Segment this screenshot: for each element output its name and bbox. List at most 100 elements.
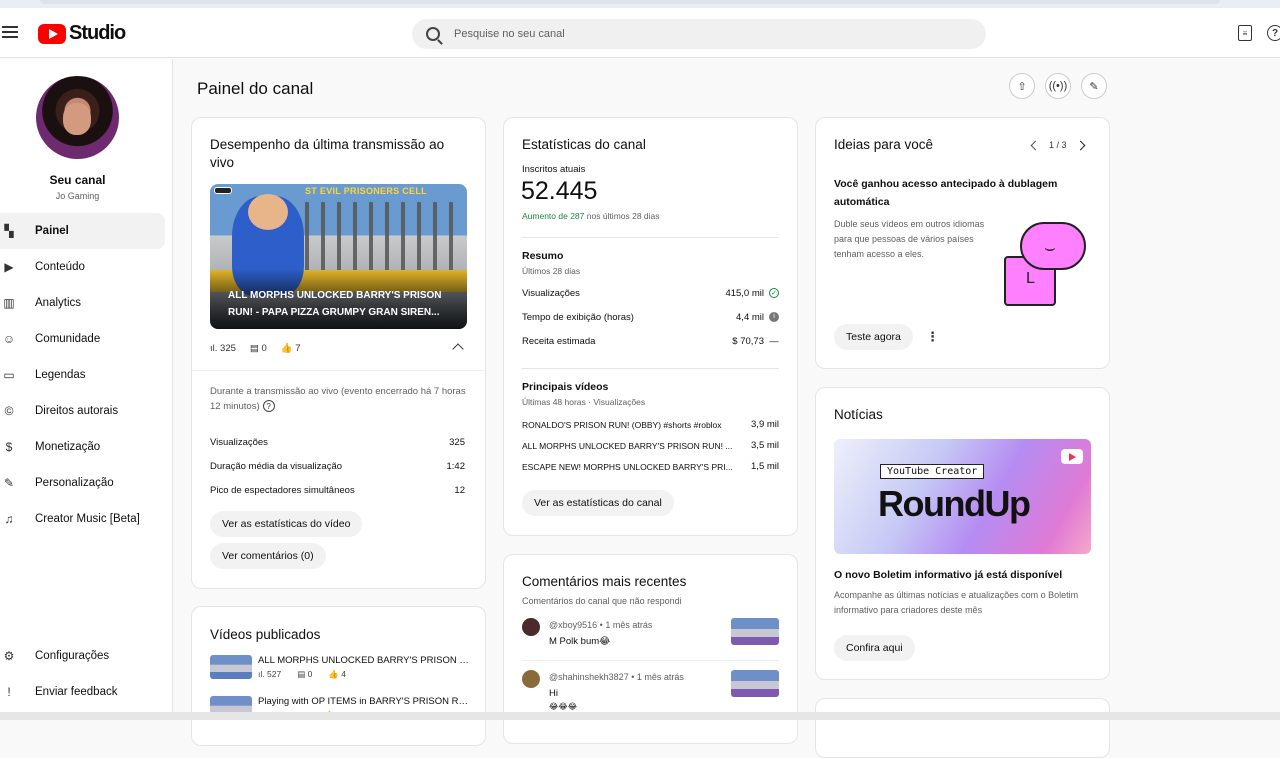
channel-label: Seu canal [49, 173, 106, 187]
views-count: 527 [267, 669, 282, 679]
like-icon: 👍 [328, 669, 339, 679]
metric-row: Visualizações 325 [210, 430, 465, 454]
video-stats-button[interactable]: Ver as estatísticas do vídeo [210, 511, 363, 537]
menu-icon[interactable] [2, 26, 18, 38]
live-video-title: ALL MORPHS UNLOCKED BARRY'S PRISON RUN! … [210, 269, 467, 329]
sidebar-item-label: Personalização [35, 477, 114, 489]
video-item[interactable]: ALL MORPHS UNLOCKED BARRY'S PRISON RU...… [210, 655, 470, 689]
bottom-scroll-strip [0, 712, 1280, 720]
views-icon: ıl. [210, 343, 218, 354]
top-video-row[interactable]: ESCAPE NEW! MORPHS UNLOCKED BARRY'S PRI.… [522, 456, 779, 477]
help-icon[interactable]: ? [262, 400, 275, 413]
summary-row: Visualizações 415,0 mil ✓ [522, 281, 779, 305]
comment-item[interactable]: @xboy9516 • 1 mês atrás M Polk bum😂 [522, 618, 779, 662]
chevron-right-icon[interactable] [1075, 140, 1085, 150]
customization-icon: ✎ [3, 476, 15, 490]
comment-video-thumbnail[interactable] [731, 618, 779, 645]
sidebar-item-personalizacao[interactable]: ✎ Personalização [0, 465, 165, 501]
summary-value: 4,4 mil [736, 311, 764, 323]
idea-description: Duble seus vídeos em outros idiomas para… [834, 219, 985, 259]
live-performance-card: Desempenho da última transmissão ao vivo… [191, 117, 486, 589]
search-bar[interactable] [412, 19, 986, 49]
live-video-thumbnail[interactable]: ST EVIL PRISONERS CELL ALL MORPHS UNLOCK… [210, 184, 467, 329]
go-live-button[interactable]: ((•)) [1045, 73, 1071, 99]
video-title: ALL MORPHS UNLOCKED BARRY'S PRISON RU... [258, 655, 470, 666]
search-input[interactable] [454, 28, 934, 40]
music-icon: ♫ [4, 512, 14, 526]
views-icon: ıl. [258, 669, 265, 679]
summary-value-wrap: $ 70,73 — [732, 336, 779, 347]
avatar [522, 618, 540, 636]
summary-value-wrap: 4,4 mil i [736, 312, 779, 323]
top-video-row[interactable]: RONALDO'S PRISON RUN! (OBBY) #shorts #ro… [522, 414, 779, 435]
news-card-title: Notícias [834, 407, 883, 422]
top-bar: Studio ≡ ? [0, 8, 1280, 58]
sidebar-item-label: Configurações [35, 650, 110, 662]
sidebar-item-comunidade[interactable]: ☺ Comunidade [0, 321, 165, 357]
sidebar-item-label: Legendas [35, 369, 86, 381]
summary-label: Receita estimada [522, 335, 596, 347]
live-icon: ((•)) [1048, 80, 1068, 92]
live-description-text: Durante a transmissão ao vivo (evento en… [210, 386, 466, 412]
studio-logo[interactable]: Studio [38, 22, 126, 45]
divider [522, 368, 779, 369]
youtube-logo-icon [38, 23, 66, 44]
channel-stats-card: Estatísticas do canal Inscritos atuais 5… [503, 117, 798, 536]
more-options-icon[interactable]: ⋮ [926, 329, 939, 345]
top-video-views: 1,5 mil [751, 461, 779, 472]
help-icon[interactable]: ? [1267, 25, 1280, 41]
news-description: Acompanhe as últimas notícias e atualiza… [834, 590, 1079, 615]
video-thumbnail[interactable] [210, 655, 252, 679]
chevron-left-icon[interactable] [1030, 140, 1041, 150]
feedback-icon: ! [7, 685, 11, 699]
ideas-card-title: Ideias para você [834, 137, 934, 152]
summary-value-wrap: 415,0 mil ✓ [725, 288, 779, 299]
search-icon[interactable] [426, 27, 440, 41]
top-videos-title: Principais vídeos [522, 381, 609, 393]
sidebar-bottom-nav: ⚙ Configurações ! Enviar feedback [0, 638, 165, 710]
sidebar-item-monetizacao[interactable]: $ Monetização [0, 429, 165, 465]
channel-stats-button[interactable]: Ver as estatísticas do canal [522, 490, 674, 516]
top-video-row[interactable]: ALL MORPHS UNLOCKED BARRY'S PRISON RUN! … [522, 435, 779, 456]
live-badge-icon [214, 187, 232, 194]
top-videos-list: RONALDO'S PRISON RUN! (OBBY) #shorts #ro… [522, 414, 779, 477]
divider [192, 370, 485, 371]
stats-card-title: Estatísticas do canal [522, 137, 646, 152]
create-post-button[interactable]: ✎ [1081, 73, 1107, 99]
sidebar-item-direitos-autorais[interactable]: © Direitos autorais [0, 393, 165, 429]
copyright-icon: © [4, 404, 14, 418]
upload-button[interactable]: ⇧ [1009, 73, 1035, 99]
sidebar-item-analytics[interactable]: ▥ Analytics [0, 285, 165, 321]
comment-meta: @xboy9516 • 1 mês atrás [549, 620, 653, 630]
comment-video-thumbnail[interactable] [731, 670, 779, 697]
sidebar-item-painel[interactable]: ▚ Painel [0, 213, 165, 249]
messages-icon[interactable]: ≡ [1238, 25, 1252, 41]
channel-avatar[interactable] [36, 76, 119, 159]
check-it-out-button[interactable]: Confira aqui [834, 635, 915, 661]
dash-icon: — [769, 336, 779, 346]
gear-icon: ⚙ [3, 649, 15, 663]
try-now-button[interactable]: Teste agora [834, 324, 913, 350]
pager-text: 1 / 3 [1049, 140, 1067, 150]
sidebar-item-label: Enviar feedback [35, 686, 118, 698]
sidebar-item-legendas[interactable]: ▭ Legendas [0, 357, 165, 393]
likes-count: 4 [341, 669, 347, 679]
sidebar-item-configuracoes[interactable]: ⚙ Configurações [0, 638, 165, 674]
comments-stat: ▤ 0 [250, 343, 267, 354]
upload-icon: ⇧ [1017, 80, 1027, 93]
chevron-up-icon[interactable] [452, 343, 464, 355]
metric-label: Pico de espectadores simultâneos [210, 484, 355, 496]
comment-meta: @shahinshekh3827 • 1 mês atrás [549, 672, 684, 682]
sidebar-item-enviar-feedback[interactable]: ! Enviar feedback [0, 674, 165, 710]
comments-count: 0 [261, 343, 267, 354]
view-comments-button[interactable]: Ver comentários (0) [210, 543, 326, 569]
sidebar-item-creator-music[interactable]: ♫ Creator Music [Beta] [0, 501, 165, 537]
sidebar-item-conteudo[interactable]: ▶ Conteúdo [0, 249, 165, 285]
summary-value: $ 70,73 [732, 335, 764, 347]
summary-label: Visualizações [522, 287, 580, 299]
video-title: Playing with OP ITEMS in BARRY'S PRISON … [258, 696, 470, 707]
views-stat: ıl. 527 [258, 669, 281, 680]
news-banner[interactable]: YouTube Creator RoundUp [834, 439, 1091, 554]
info-icon[interactable]: i [769, 312, 779, 322]
dubbing-illustration [1004, 222, 1088, 308]
